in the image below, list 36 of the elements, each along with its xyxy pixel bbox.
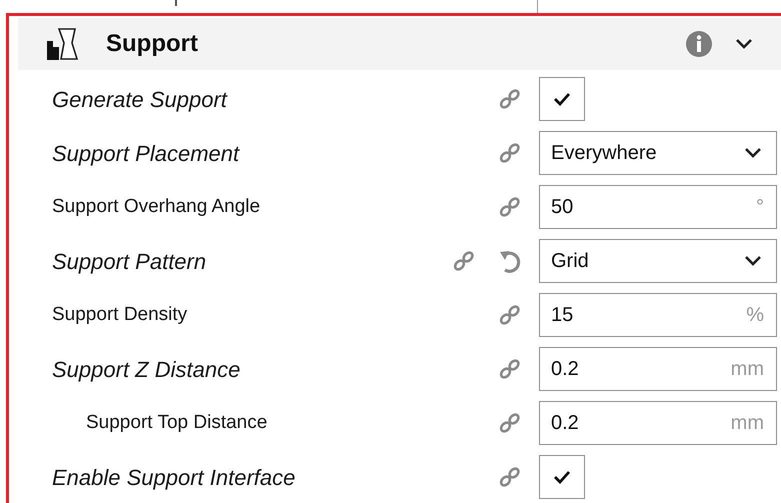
- dropdown[interactable]: Everywhere: [539, 131, 777, 175]
- chevron-down-icon: [744, 147, 762, 159]
- setting-label: Support Overhang Angle: [51, 194, 262, 219]
- checkmark-icon: [553, 92, 571, 106]
- field-value: 50: [551, 195, 574, 220]
- input-field[interactable]: 0.2 mm: [539, 401, 777, 445]
- support-icon: [45, 27, 79, 61]
- unit-label: °: [756, 195, 764, 220]
- dropdown-value: Everywhere: [551, 141, 657, 166]
- input-field[interactable]: 15 %: [539, 293, 777, 337]
- setting-label: Support Density: [51, 302, 188, 327]
- field-value: 0.2: [551, 357, 579, 382]
- setting-label: Support Top Distance: [85, 410, 268, 435]
- setting-label: Enable Support Interface: [51, 464, 296, 492]
- checkbox[interactable]: [539, 77, 585, 121]
- setting-label: Support Pattern: [51, 248, 208, 276]
- unit-label: %: [746, 303, 764, 328]
- chevron-down-icon: [744, 255, 762, 267]
- checkbox[interactable]: [539, 455, 585, 499]
- reset-icon[interactable]: [497, 248, 523, 274]
- dropdown-value: Grid: [551, 249, 589, 274]
- info-icon[interactable]: [685, 30, 713, 58]
- checkmark-icon: [553, 470, 571, 484]
- unit-label: mm: [730, 357, 764, 382]
- dropdown[interactable]: Grid: [539, 239, 777, 283]
- field-value: 0.2: [551, 411, 579, 436]
- unit-label: mm: [730, 411, 764, 436]
- setting-label: Support Placement: [51, 140, 241, 168]
- section-header[interactable]: Support: [18, 18, 781, 70]
- setting-label: Support Z Distance: [51, 356, 242, 384]
- input-field[interactable]: 0.2 mm: [539, 347, 777, 391]
- setting-label: Generate Support: [51, 86, 228, 114]
- chevron-down-icon: [735, 38, 753, 50]
- field-value: 15: [551, 303, 574, 328]
- section-title: Support: [106, 29, 199, 59]
- input-field[interactable]: 50 °: [539, 185, 777, 229]
